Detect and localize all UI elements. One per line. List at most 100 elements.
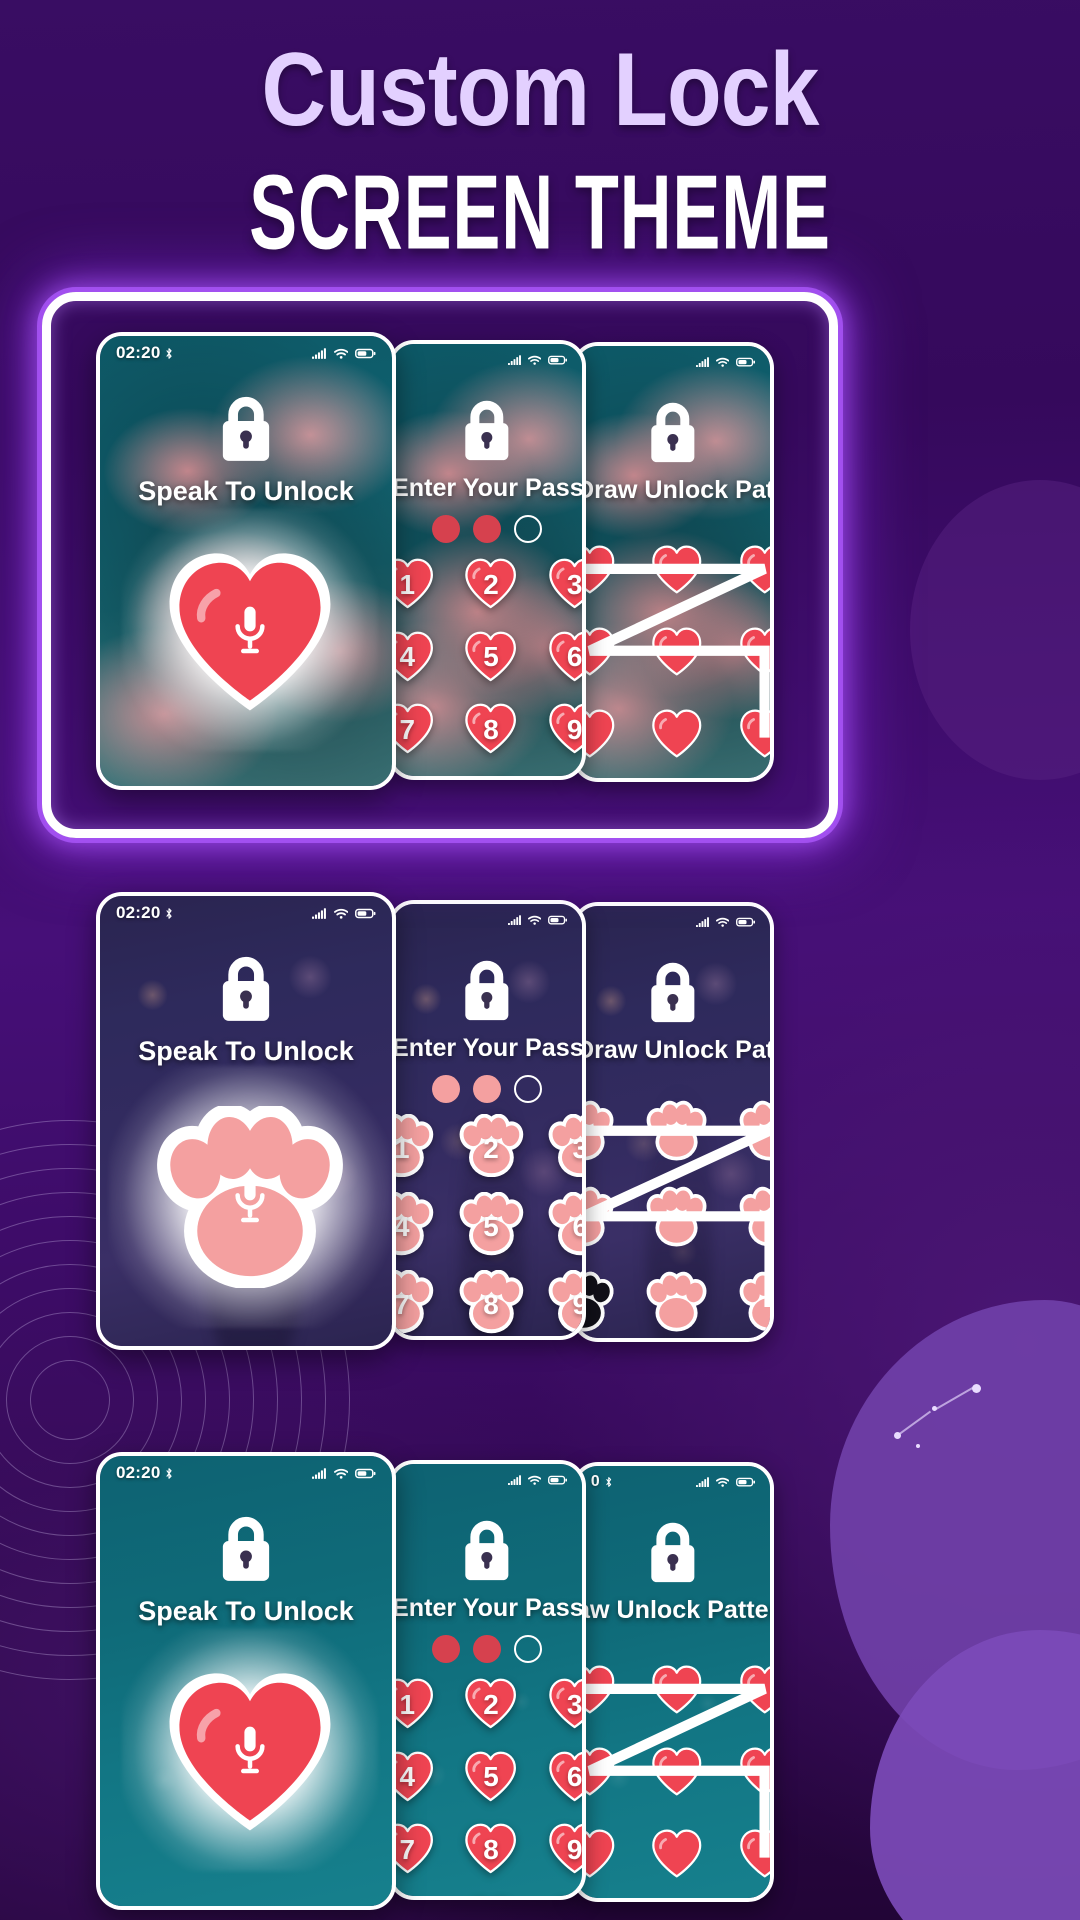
keypad-key-9[interactable]: 9	[546, 1270, 582, 1334]
keypad-key-0[interactable]: 0	[459, 772, 522, 776]
phone-screen: 02:20 Speak To Unlock	[100, 336, 392, 786]
signal-icon	[695, 356, 710, 367]
key-label: 5	[483, 641, 499, 673]
keypad-key-5[interactable]: 5	[459, 627, 522, 685]
pin-dot	[432, 515, 461, 543]
status-bar: 02:20	[100, 896, 392, 930]
keypad-key-3[interactable]: 3	[543, 554, 582, 612]
keypad-grid[interactable]: 1 2 3 4 5 6 7 8 9	[392, 554, 582, 776]
phone-pattern-teal[interactable]: 0 aw Unlock Pattern	[572, 1462, 774, 1902]
pin-dot	[432, 1075, 461, 1103]
key-label: 7	[399, 713, 416, 745]
keypad-key-8[interactable]: 8	[459, 699, 522, 757]
wifi-icon	[333, 348, 349, 359]
heart-icon	[543, 1892, 582, 1896]
headline-line-2: SCREEN THEME	[249, 154, 831, 272]
keypad-grid[interactable]: 1 2 3 4 5	[392, 1114, 582, 1336]
lock-icon-wrap	[576, 400, 770, 470]
status-bar: 02:20	[100, 1456, 392, 1490]
keypad-key-5[interactable]: 5	[457, 1192, 526, 1256]
keypad-spacer	[392, 772, 439, 776]
backspace-key[interactable]	[543, 1892, 582, 1896]
phone-voice-teal[interactable]: 02:20 Speak To Unlock	[96, 1452, 396, 1910]
keypad-key-1[interactable]: 1	[392, 554, 439, 612]
phone-voice-paw[interactable]: 02:20 Speak To Unlock	[96, 892, 396, 1350]
key-label: 6	[566, 641, 582, 673]
lock-icon-wrap	[576, 960, 770, 1030]
headline-block: Custom Lock SCREEN THEME	[0, 38, 1080, 266]
keypad-key-1[interactable]: 1	[392, 1114, 436, 1178]
signal-icon	[311, 347, 327, 359]
phone-password-teal[interactable]: Enter Your Password 1 2	[388, 1460, 586, 1900]
keypad-key-8[interactable]: 8	[457, 1270, 526, 1334]
key-label: 9	[566, 1833, 582, 1865]
phone-password-rose[interactable]: Enter Your Password 1 2	[388, 340, 586, 780]
signal-icon	[507, 1474, 522, 1485]
pattern-grid[interactable]	[576, 1101, 770, 1332]
keypad-key-4[interactable]: 4	[392, 627, 439, 685]
lock-icon-wrap	[100, 1514, 392, 1588]
key-label: 3	[566, 568, 582, 600]
pin-dot	[513, 1635, 542, 1663]
wifi-icon	[527, 1475, 542, 1485]
pin-dot	[473, 1635, 501, 1663]
signal-icon	[507, 354, 522, 365]
signal-icon	[311, 1467, 327, 1479]
keypad-key-4[interactable]: 4	[392, 1192, 436, 1256]
lock-icon	[458, 958, 516, 1028]
wifi-icon	[715, 357, 730, 367]
phone-screen: Draw Unlock Pattern	[576, 346, 770, 778]
keypad-key-7[interactable]: 7	[392, 1270, 436, 1334]
keypad-key-2[interactable]: 2	[457, 1114, 526, 1178]
phone-password-paw[interactable]: Enter Your Password 1 2 3 4	[388, 900, 586, 1340]
key-label: 2	[483, 568, 499, 600]
keypad-key-0[interactable]: 0	[459, 1892, 522, 1896]
battery-icon	[547, 1475, 567, 1485]
lock-icon	[644, 960, 702, 1030]
pattern-grid[interactable]	[576, 1661, 770, 1880]
keypad-key-3[interactable]: 3	[546, 1114, 582, 1178]
keypad-key-3[interactable]: 3	[543, 1674, 582, 1732]
phone-voice-rose[interactable]: 02:20 Speak To Unlock	[96, 332, 396, 790]
bluetooth-icon	[165, 907, 173, 920]
keypad-key-2[interactable]: 2	[459, 554, 522, 612]
keypad-key-9[interactable]: 9	[543, 1819, 582, 1877]
heart-icon	[543, 772, 582, 776]
status-bar	[576, 346, 770, 378]
keypad-key-7[interactable]: 7	[392, 699, 439, 757]
microphone-icon	[233, 1174, 267, 1231]
phone-pattern-paw[interactable]: Draw Unlock Pattern	[572, 902, 774, 1342]
lock-icon-wrap	[392, 1518, 582, 1588]
status-clock: 02:20	[116, 343, 161, 362]
pattern-grid[interactable]	[576, 541, 770, 760]
voice-unlock-button[interactable]	[121, 509, 379, 751]
battery-icon	[735, 917, 755, 927]
voice-unlock-button[interactable]	[121, 1629, 379, 1871]
keypad-key-2[interactable]: 2	[459, 1674, 522, 1732]
keypad-key-6[interactable]: 6	[543, 627, 582, 685]
keypad-key-6[interactable]: 6	[543, 1747, 582, 1805]
backspace-key[interactable]	[543, 772, 582, 776]
phone-screen: Enter Your Password 1 2	[392, 1464, 582, 1896]
keypad-key-1[interactable]: 1	[392, 1674, 439, 1732]
lock-icon	[458, 398, 516, 468]
key-label: 3	[572, 1133, 582, 1165]
phone-screen: Enter Your Password 1 2 3 4	[392, 904, 582, 1336]
key-label: 6	[566, 1761, 582, 1793]
keypad-key-9[interactable]: 9	[543, 699, 582, 757]
keypad-key-8[interactable]: 8	[459, 1819, 522, 1877]
phone-screen: 02:20 Speak To Unlock	[100, 1456, 392, 1906]
keypad-grid[interactable]: 1 2 3 4 5 6 7 8 9	[392, 1674, 582, 1896]
phone-screen: 02:20 Speak To Unlock	[100, 896, 392, 1346]
keypad-key-7[interactable]: 7	[392, 1819, 439, 1877]
key-label: 1	[393, 1132, 410, 1164]
keypad-key-5[interactable]: 5	[459, 1747, 522, 1805]
phone-pattern-rose[interactable]: Draw Unlock Pattern	[572, 342, 774, 782]
battery-icon	[355, 1468, 376, 1479]
voice-unlock-button[interactable]	[108, 1065, 392, 1329]
status-clock: 02:20	[116, 903, 161, 922]
keypad-key-6[interactable]: 6	[546, 1192, 582, 1256]
keypad-key-4[interactable]: 4	[392, 1747, 439, 1805]
lock-icon-wrap	[576, 1520, 770, 1590]
screen-title: Draw Unlock Pattern	[576, 476, 770, 505]
